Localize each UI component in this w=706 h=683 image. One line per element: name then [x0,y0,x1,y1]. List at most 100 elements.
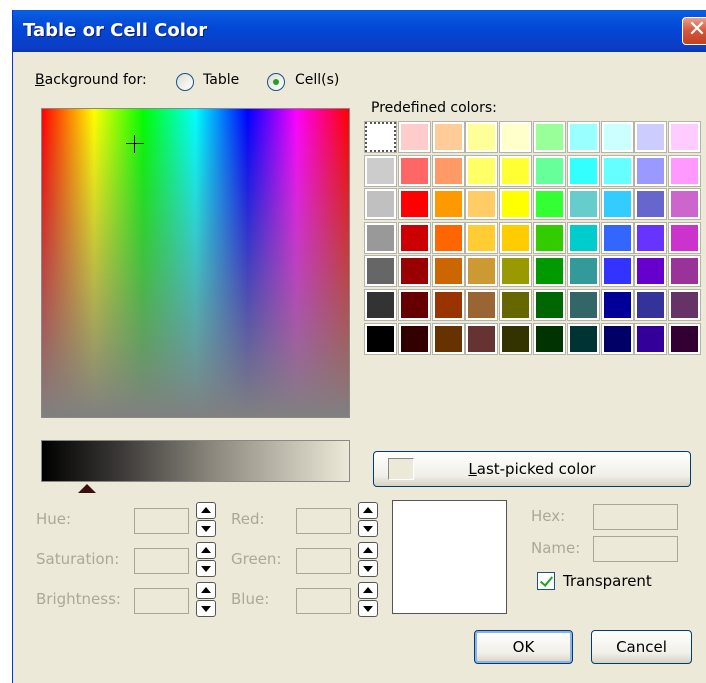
saturation-field[interactable] [134,548,189,574]
blue-up-icon[interactable] [358,582,378,599]
color-swatch[interactable] [499,323,532,355]
blue-down-icon[interactable] [358,600,378,617]
color-spectrum-picker[interactable] [41,108,350,418]
color-swatch[interactable] [499,255,532,287]
color-swatch[interactable] [601,188,634,220]
color-swatch[interactable] [668,155,701,187]
color-swatch[interactable] [465,188,498,220]
title-bar[interactable]: Table or Cell Color [13,10,706,52]
color-swatch[interactable] [567,121,600,153]
color-swatch[interactable] [567,222,600,254]
color-swatch[interactable] [533,155,566,187]
color-swatch[interactable] [634,323,667,355]
red-up-icon[interactable] [358,502,378,519]
color-swatch[interactable] [533,323,566,355]
color-swatch[interactable] [668,289,701,321]
color-swatch[interactable] [465,155,498,187]
color-swatch[interactable] [533,289,566,321]
color-swatch[interactable] [364,255,397,287]
color-swatch[interactable] [567,188,600,220]
color-swatch[interactable] [601,323,634,355]
color-swatch[interactable] [533,222,566,254]
color-swatch[interactable] [364,121,397,153]
color-swatch[interactable] [432,121,465,153]
color-swatch[interactable] [398,222,431,254]
color-swatch[interactable] [364,323,397,355]
color-swatch[interactable] [432,222,465,254]
color-swatch[interactable] [533,188,566,220]
color-swatch[interactable] [601,121,634,153]
color-swatch[interactable] [398,121,431,153]
color-swatch[interactable] [668,121,701,153]
color-swatch[interactable] [533,121,566,153]
brightness-slider-track[interactable] [41,440,350,482]
saturation-down-icon[interactable] [196,560,216,577]
last-picked-color-button[interactable]: Last-picked color [373,451,691,487]
blue-field[interactable] [296,588,351,614]
color-swatch[interactable] [601,289,634,321]
color-swatch[interactable] [634,255,667,287]
color-swatch[interactable] [398,155,431,187]
color-swatch[interactable] [432,255,465,287]
green-down-icon[interactable] [358,560,378,577]
color-swatch[interactable] [398,255,431,287]
radio-table-label[interactable]: Table [203,72,239,88]
color-swatch[interactable] [634,289,667,321]
color-swatch[interactable] [398,188,431,220]
transparent-checkbox[interactable] [537,572,555,590]
color-swatch[interactable] [465,121,498,153]
color-swatch[interactable] [465,222,498,254]
brightness-marker-icon[interactable] [78,484,96,493]
color-swatch[interactable] [668,222,701,254]
blue-spinner[interactable] [358,582,378,618]
red-down-icon[interactable] [358,520,378,537]
green-spinner[interactable] [358,542,378,578]
color-swatch[interactable] [364,289,397,321]
ok-button[interactable]: OK [474,630,573,664]
color-swatch[interactable] [398,289,431,321]
color-swatch[interactable] [465,255,498,287]
color-swatch[interactable] [567,255,600,287]
hue-up-icon[interactable] [196,502,216,519]
green-field[interactable] [296,548,351,574]
green-up-icon[interactable] [358,542,378,559]
color-swatch[interactable] [432,289,465,321]
color-swatch[interactable] [432,188,465,220]
color-swatch[interactable] [668,188,701,220]
name-field[interactable] [593,536,678,562]
color-swatch[interactable] [364,155,397,187]
color-swatch[interactable] [567,289,600,321]
color-swatch[interactable] [364,188,397,220]
close-button[interactable]: ✕ [682,17,706,45]
saturation-spinner[interactable] [196,542,216,578]
color-swatch[interactable] [634,188,667,220]
red-spinner[interactable] [358,502,378,538]
brightness-spinner[interactable] [196,582,216,618]
hue-field[interactable] [134,508,189,534]
radio-cells[interactable] [267,73,285,91]
color-swatch[interactable] [634,222,667,254]
color-swatch[interactable] [533,255,566,287]
cancel-button[interactable]: Cancel [591,630,692,664]
brightness-down-icon[interactable] [196,600,216,617]
color-swatch[interactable] [567,323,600,355]
color-swatch[interactable] [499,289,532,321]
color-swatch[interactable] [601,222,634,254]
saturation-up-icon[interactable] [196,542,216,559]
color-swatch[interactable] [668,323,701,355]
color-swatch[interactable] [567,155,600,187]
color-swatch[interactable] [634,155,667,187]
color-swatch[interactable] [432,323,465,355]
radio-table[interactable] [176,73,194,91]
color-swatch[interactable] [465,289,498,321]
radio-cells-label[interactable]: Cell(s) [295,72,339,88]
red-field[interactable] [296,508,351,534]
color-swatch[interactable] [499,121,532,153]
color-swatch[interactable] [668,255,701,287]
color-swatch[interactable] [499,155,532,187]
color-swatch[interactable] [364,222,397,254]
color-swatch[interactable] [465,323,498,355]
hue-down-icon[interactable] [196,520,216,537]
brightness-up-icon[interactable] [196,582,216,599]
brightness-field[interactable] [134,588,189,614]
